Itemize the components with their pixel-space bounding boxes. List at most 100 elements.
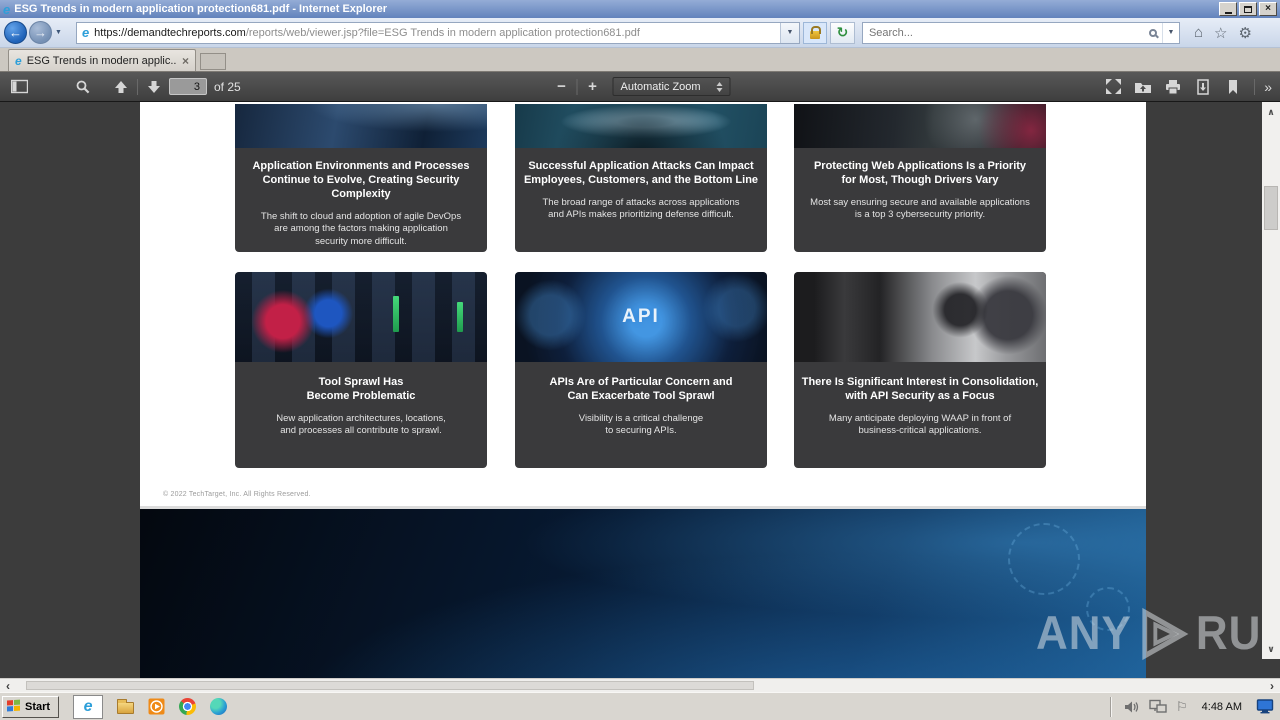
search-box: ▼	[861, 21, 1180, 44]
tab-label: ESG Trends in modern applic...	[26, 54, 177, 67]
home-icon[interactable]: ⌂	[1194, 24, 1203, 41]
page-number-input[interactable]	[169, 78, 207, 95]
zoom-in-button[interactable]: +	[581, 78, 605, 95]
address-dropdown-button[interactable]: ▼	[779, 22, 799, 43]
card-body: The broad range of attacks across applic…	[542, 196, 740, 221]
browser-command-icons: ⌂ ☆ ⚙	[1194, 24, 1252, 42]
server-led-decoration	[393, 296, 399, 332]
favorites-star-icon[interactable]: ☆	[1214, 24, 1227, 42]
gear-decoration	[1008, 523, 1080, 595]
taskbar-ie-button[interactable]: e	[73, 694, 104, 719]
ie-logo-icon: e	[3, 1, 11, 17]
start-label: Start	[25, 700, 51, 713]
url-text[interactable]: https://demandtechreports.com/reports/we…	[94, 27, 780, 39]
tab-active[interactable]: e ESG Trends in modern applic... ×	[8, 49, 196, 71]
tray-separator	[1109, 696, 1112, 717]
pdf-viewer[interactable]: Application Environments and Processes C…	[0, 102, 1280, 678]
card-title: Protecting Web Applications Is a Priorit…	[813, 160, 1027, 186]
presentation-mode-button[interactable]	[1101, 74, 1125, 100]
file-explorer-icon[interactable]	[117, 699, 135, 714]
search-icon[interactable]	[1148, 28, 1157, 37]
taskbar: Start e ⚐ 4:48 AM	[0, 692, 1280, 720]
open-file-button[interactable]	[1131, 74, 1155, 100]
edge-icon[interactable]	[210, 698, 228, 715]
security-lock-button[interactable]	[802, 21, 827, 44]
scroll-up-arrow[interactable]: ∧	[1262, 104, 1280, 120]
search-icon	[76, 80, 90, 93]
network-icon[interactable]	[1149, 699, 1167, 714]
volume-icon[interactable]	[1124, 699, 1140, 715]
scroll-down-arrow[interactable]: ∨	[1262, 641, 1280, 657]
window-title: ESG Trends in modern application protect…	[14, 3, 388, 15]
tab-close-icon[interactable]: ×	[182, 55, 189, 67]
toolbar-separator	[576, 78, 578, 95]
horizontal-scrollbar[interactable]: ‹ ›	[0, 678, 1280, 693]
download-button[interactable]	[1191, 74, 1215, 100]
tab-bar: e ESG Trends in modern applic... ×	[0, 48, 1280, 72]
lock-icon	[809, 25, 821, 39]
display-icon[interactable]	[1256, 699, 1274, 714]
search-input[interactable]	[862, 26, 1149, 39]
sidebar-toggle-icon	[10, 79, 28, 94]
next-page-button[interactable]	[141, 74, 167, 100]
print-button[interactable]	[1161, 74, 1185, 100]
previous-page-button[interactable]	[108, 74, 134, 100]
card-image	[794, 272, 1046, 362]
scroll-right-arrow[interactable]: ›	[1270, 679, 1274, 693]
bookmark-icon	[1229, 79, 1238, 94]
bookmark-button[interactable]	[1221, 74, 1245, 100]
recent-pages-dropdown[interactable]: ▼	[55, 29, 62, 36]
card-title: APIs Are of Particular Concern and Can E…	[549, 376, 733, 402]
open-file-icon	[1135, 82, 1152, 93]
summary-card: Protecting Web Applications Is a Priorit…	[794, 104, 1046, 252]
page-favicon: e	[81, 25, 90, 40]
url-path: /reports/web/viewer.jsp?file=ESG Trends …	[245, 26, 640, 39]
summary-card: Application Environments and Processes C…	[235, 104, 487, 252]
chrome-icon[interactable]	[179, 698, 197, 715]
sidebar-toggle-button[interactable]	[6, 74, 32, 100]
pdf-toolbar: of 25 − + Automatic Zoom	[0, 72, 1280, 102]
anyrun-play-icon	[1142, 607, 1189, 661]
minimize-button[interactable]	[1219, 2, 1237, 16]
vertical-scroll-thumb[interactable]	[1264, 186, 1278, 230]
vertical-scrollbar[interactable]: ∧ ∨	[1262, 102, 1280, 659]
card-image	[235, 104, 487, 148]
select-spinner-icon	[716, 81, 723, 92]
taskbar-clock[interactable]: 4:48 AM	[1202, 701, 1242, 713]
refresh-button[interactable]: ↻	[829, 21, 855, 44]
zoom-select[interactable]: Automatic Zoom	[612, 77, 731, 96]
forward-button[interactable]: →	[29, 21, 52, 44]
restore-button[interactable]	[1239, 2, 1257, 16]
watermark-text-any: ANY	[1036, 607, 1132, 660]
close-button[interactable]: ×	[1259, 2, 1277, 16]
card-title: Application Environments and Processes C…	[252, 160, 470, 200]
card-image: API	[515, 272, 767, 362]
horizontal-scroll-thumb[interactable]	[26, 681, 754, 690]
start-button[interactable]: Start	[2, 695, 60, 718]
new-tab-button[interactable]	[200, 53, 226, 70]
summary-card: There Is Significant Interest in Consoli…	[794, 272, 1046, 468]
scroll-left-arrow[interactable]: ‹	[6, 679, 10, 693]
card-image	[794, 104, 1046, 148]
address-bar[interactable]: e https://demandtechreports.com/reports/…	[75, 21, 800, 44]
pdf-page-3: Application Environments and Processes C…	[140, 102, 1146, 506]
window-titlebar: e ESG Trends in modern application prote…	[0, 0, 1280, 18]
system-tray: ⚐ 4:48 AM	[1109, 696, 1280, 717]
more-tools-chevron[interactable]: »	[1264, 79, 1272, 95]
card-body: The shift to cloud and adoption of agile…	[260, 210, 462, 247]
screen: e ESG Trends in modern application prote…	[0, 0, 1280, 720]
card-title: Tool Sprawl Has Become Problematic	[306, 376, 416, 402]
action-center-flag-icon[interactable]: ⚐	[1176, 700, 1188, 713]
find-button[interactable]	[70, 74, 96, 100]
page-count-label: of 25	[214, 79, 241, 94]
summary-card: API APIs Are of Particular Concern and C…	[515, 272, 767, 468]
minimize-icon	[1224, 11, 1232, 14]
card-body: New application architectures, locations…	[276, 412, 446, 437]
card-body: Visibility is a critical challenge to se…	[578, 412, 704, 437]
tools-gear-icon[interactable]: ⚙	[1238, 24, 1251, 42]
search-dropdown-button[interactable]: ▼	[1161, 22, 1179, 43]
zoom-out-button[interactable]: −	[550, 78, 574, 95]
media-player-icon[interactable]	[148, 698, 165, 715]
back-button[interactable]: ←	[4, 21, 27, 44]
anyrun-watermark: ANY RUN	[1036, 607, 1280, 661]
